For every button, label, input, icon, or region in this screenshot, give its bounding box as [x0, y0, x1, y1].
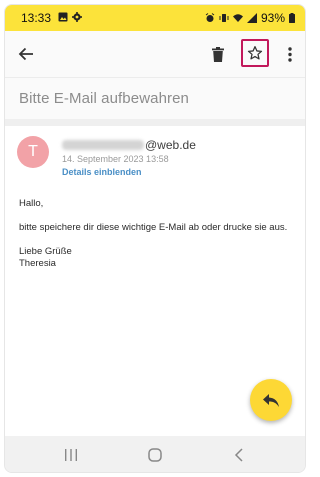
section-divider [5, 119, 305, 126]
status-time: 13:33 [21, 11, 52, 25]
star-outline-icon [247, 46, 263, 60]
home-icon [148, 448, 162, 462]
more-options-button[interactable] [275, 31, 305, 77]
email-date: 14. September 2023 13:58 [62, 154, 169, 164]
home-button[interactable] [135, 436, 175, 472]
body-closing: Liebe Grüße [19, 246, 72, 257]
subject-header: Bitte E-Mail aufbewahren [5, 77, 305, 120]
signal-icon [246, 13, 257, 23]
sender-domain: @web.de [145, 138, 196, 152]
back-button[interactable] [11, 31, 41, 77]
sender-address: @web.de [62, 138, 196, 152]
body-signature: Theresia [19, 258, 56, 269]
battery-percent: 93% [260, 11, 285, 25]
more-vert-icon [288, 46, 292, 62]
email-body: Hallo, bitte speichere dir diese wichtig… [19, 198, 294, 270]
phone-screen: 13:33 93% Bitte E-Mail aufbewahren T @we… [4, 4, 306, 473]
star-button[interactable] [241, 39, 269, 67]
vibrate-icon [219, 14, 229, 22]
recent-apps-button[interactable] [51, 436, 91, 472]
delete-button[interactable] [203, 31, 233, 77]
sender-avatar: T [17, 136, 49, 168]
toolbar [5, 31, 305, 77]
show-details-link[interactable]: Details einblenden [62, 167, 142, 177]
nav-back-button[interactable] [219, 436, 259, 472]
reply-icon [263, 393, 279, 407]
body-greeting: Hallo, [19, 198, 44, 209]
body-paragraph: bitte speichere dir diese wichtige E-Mai… [19, 222, 288, 233]
blurred-sender-name [62, 140, 144, 150]
system-nav-bar [5, 436, 305, 472]
image-icon [58, 12, 68, 22]
arrow-left-icon [18, 47, 33, 61]
recent-apps-icon [65, 449, 77, 461]
gear-icon [72, 12, 82, 22]
trash-icon [212, 46, 224, 62]
email-subject: Bitte E-Mail aufbewahren [19, 90, 189, 107]
nav-back-icon [234, 448, 243, 462]
reply-button[interactable] [250, 379, 292, 421]
status-bar: 13:33 93% [5, 5, 305, 31]
battery-icon [289, 13, 295, 23]
alarm-icon [205, 13, 215, 22]
wifi-icon [232, 14, 243, 22]
